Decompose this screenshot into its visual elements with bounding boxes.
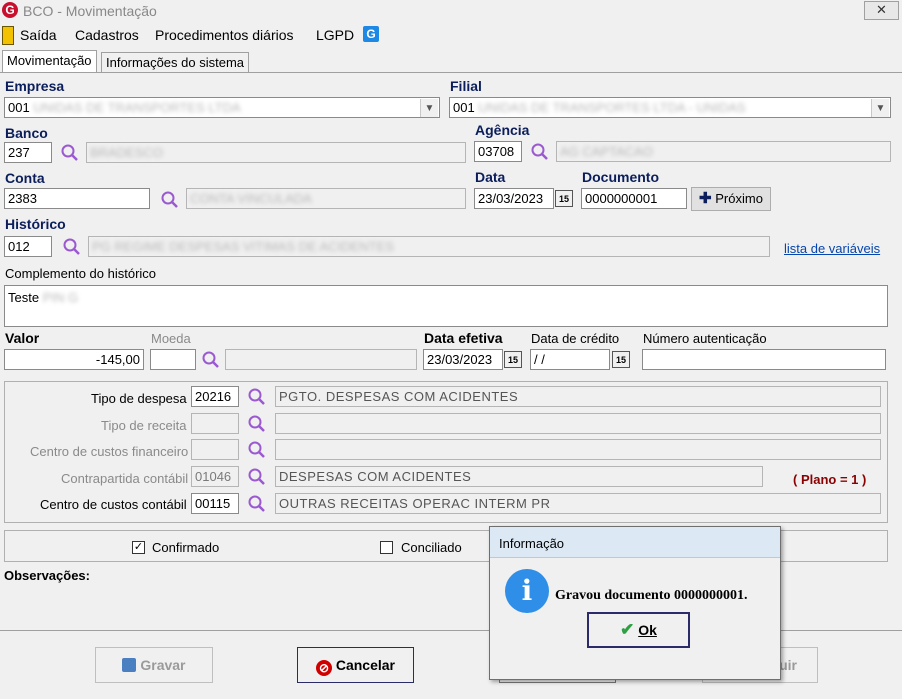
checkmark-icon: ✔	[620, 620, 635, 639]
tipo-receita-label: Tipo de receita	[101, 418, 187, 433]
contrapartida-input[interactable]: 01046	[191, 466, 239, 487]
plano-label: ( Plano = 1 )	[793, 472, 867, 487]
tipo-receita-desc	[275, 413, 881, 434]
tipo-despesa-desc: PGTO. DESPESAS COM ACIDENTES	[275, 386, 881, 407]
window-title: BCO - Movimentação	[23, 3, 157, 19]
gravar-button[interactable]: Gravar	[95, 647, 213, 683]
info-dialog: Informação i Gravou documento 0000000001…	[489, 526, 781, 680]
calendar-icon[interactable]: 15	[504, 351, 522, 368]
search-icon[interactable]	[247, 387, 267, 407]
historico-desc: PG REGIME DESPESAS VITIMAS DE ACIDENTES	[88, 236, 770, 257]
close-button[interactable]: ✕	[864, 1, 899, 20]
complemento-label: Complemento do histórico	[5, 266, 157, 281]
confirmado-checkbox[interactable]: ✓	[132, 541, 145, 554]
lista-variaveis-link[interactable]: lista de variáveis	[784, 241, 880, 256]
menu-lgpd[interactable]: LGPD	[316, 27, 354, 43]
info-icon: i	[505, 569, 549, 613]
filial-select[interactable]: 001 UNIDAS DE TRANSPORTES LTDA - UNIDAS …	[449, 97, 891, 118]
moeda-label: Moeda	[151, 331, 191, 346]
conciliado-checkbox[interactable]	[380, 541, 393, 554]
contrapartida-desc: DESPESAS COM ACIDENTES	[275, 466, 763, 487]
centro-cont-desc: OUTRAS RECEITAS OPERAC INTERM PR	[275, 493, 881, 514]
cancelar-button[interactable]: ⊘ Cancelar	[297, 647, 414, 683]
save-icon	[122, 658, 137, 672]
chevron-down-icon[interactable]: ▼	[420, 99, 438, 117]
cancel-icon: ⊘	[315, 660, 332, 676]
empresa-select[interactable]: 001 UNIDAS DE TRANSPORTES LTDA ▼	[4, 97, 440, 118]
excluir-label: uir	[779, 657, 797, 673]
data-input[interactable]: 23/03/2023	[474, 188, 554, 209]
ok-label: Ok	[638, 622, 657, 638]
gravar-label: Gravar	[140, 657, 186, 673]
data-efetiva-label: Data efetiva	[424, 330, 503, 346]
valor-label: Valor	[5, 330, 40, 346]
tipo-receita-input[interactable]	[191, 413, 239, 434]
search-icon[interactable]	[62, 237, 82, 257]
banco-nome: BRADESCO	[86, 142, 466, 163]
complemento-textarea[interactable]: Teste PIN G	[4, 285, 888, 327]
tab-informacoes[interactable]: Informações do sistema	[101, 52, 250, 73]
numero-auth-label: Número autenticação	[643, 331, 767, 346]
search-icon[interactable]	[201, 350, 221, 370]
plus-icon: ✚	[699, 190, 712, 207]
calendar-icon[interactable]: 15	[555, 190, 573, 207]
centro-fin-label: Centro de custos financeiro	[30, 444, 189, 459]
search-icon[interactable]	[160, 190, 180, 210]
numero-auth-input[interactable]	[642, 349, 886, 370]
proximo-label: Próximo	[715, 191, 763, 206]
calendar-icon[interactable]: 15	[612, 351, 630, 368]
observacoes-label: Observações:	[4, 568, 90, 583]
app-g-icon[interactable]: G	[363, 26, 379, 42]
historico-label: Histórico	[5, 216, 66, 232]
cancelar-label: Cancelar	[335, 657, 396, 673]
agencia-input[interactable]: 03708	[474, 141, 522, 162]
search-icon[interactable]	[530, 142, 550, 162]
data-credito-input[interactable]: / /	[530, 349, 610, 370]
centro-fin-desc	[275, 439, 881, 460]
search-icon[interactable]	[247, 467, 267, 487]
moeda-input[interactable]	[150, 349, 196, 370]
tab-divider	[0, 72, 902, 73]
confirmado-label: Confirmado	[152, 540, 220, 555]
menu-procedimentos[interactable]: Procedimentos diários	[155, 27, 294, 43]
filial-label: Filial	[450, 78, 482, 94]
data-efetiva-input[interactable]: 23/03/2023	[423, 349, 503, 370]
banco-input[interactable]: 237	[4, 142, 52, 163]
menu-saida[interactable]: Saída	[20, 27, 57, 43]
conta-nome: CONTA VINCULADA	[186, 188, 466, 209]
tab-movimentacao[interactable]: Movimentação	[2, 50, 97, 73]
agencia-label: Agência	[475, 122, 530, 138]
dialog-message: Gravou documento 0000000001.	[555, 588, 748, 603]
search-icon[interactable]	[247, 414, 267, 434]
moeda-desc	[225, 349, 417, 370]
empresa-label: Empresa	[5, 78, 65, 94]
search-icon[interactable]	[60, 143, 80, 163]
centro-fin-input[interactable]	[191, 439, 239, 460]
contrapartida-label: Contrapartida contábil	[61, 471, 189, 486]
conta-label: Conta	[5, 170, 45, 186]
data-label: Data	[475, 169, 506, 185]
conta-input[interactable]: 2383	[4, 188, 150, 209]
centro-cont-label: Centro de custos contábil	[40, 497, 187, 512]
agencia-nome: AG CAPTACAO	[556, 141, 891, 162]
search-icon[interactable]	[247, 440, 267, 460]
tipo-despesa-label: Tipo de despesa	[91, 391, 187, 406]
data-credito-label: Data de crédito	[531, 331, 620, 346]
documento-label: Documento	[582, 169, 659, 185]
proximo-button[interactable]: ✚ Próximo	[691, 187, 771, 211]
exit-icon	[2, 26, 14, 45]
historico-input[interactable]: 012	[4, 236, 52, 257]
valor-input[interactable]: -145,00	[4, 349, 144, 370]
documento-input[interactable]: 0000000001	[581, 188, 687, 209]
centro-cont-input[interactable]: 00115	[191, 493, 239, 514]
chevron-down-icon[interactable]: ▼	[871, 99, 889, 117]
conciliado-label: Conciliado	[401, 540, 462, 555]
banco-label: Banco	[5, 125, 48, 141]
dialog-title: Informação	[499, 536, 565, 551]
tipo-despesa-input[interactable]: 20216	[191, 386, 239, 407]
app-logo-icon: G	[2, 2, 18, 18]
ok-button[interactable]: ✔ Ok	[587, 612, 690, 648]
menu-cadastros[interactable]: Cadastros	[75, 27, 139, 43]
search-icon[interactable]	[247, 494, 267, 514]
